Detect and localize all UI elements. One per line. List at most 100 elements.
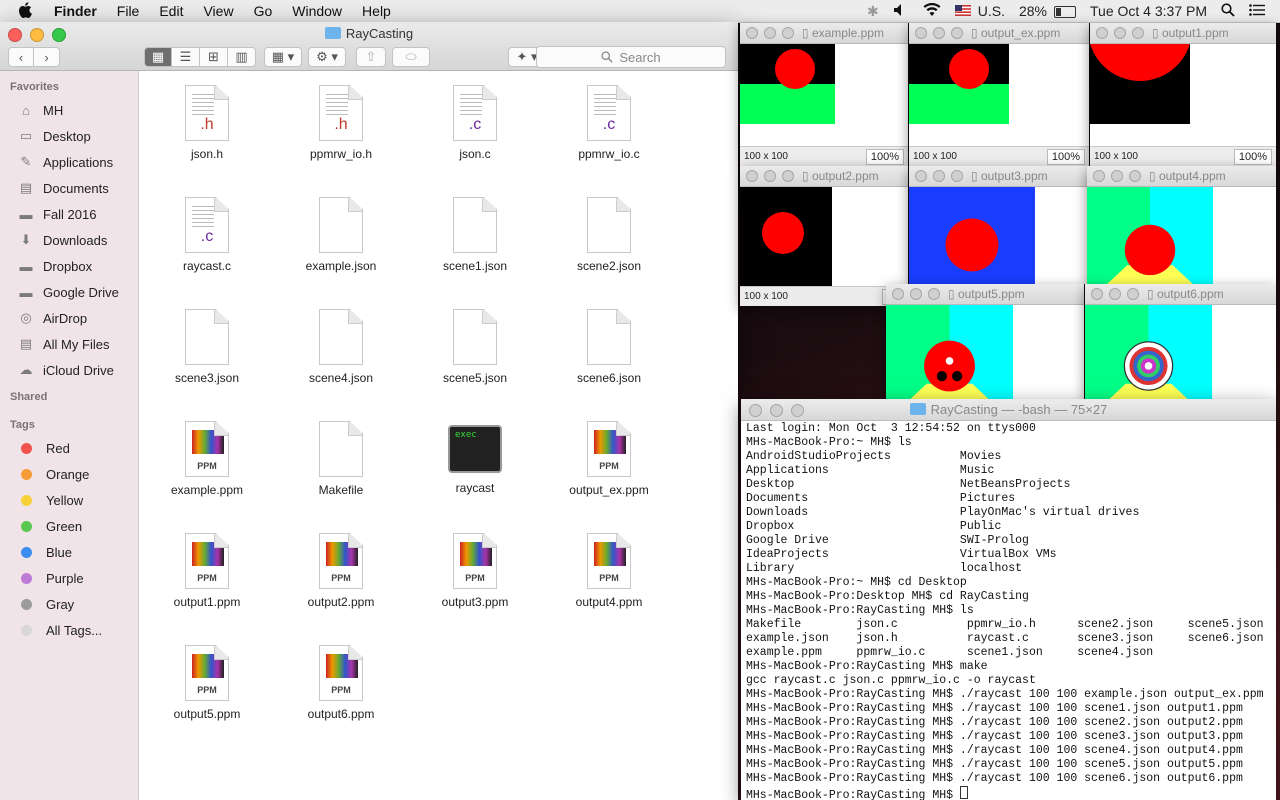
coverflow-view-button[interactable]: ▥ <box>228 47 256 67</box>
sidebar-item-all-my-files[interactable]: ▤ All My Files <box>0 331 138 357</box>
preview-minimize-button[interactable] <box>910 288 922 300</box>
file-item[interactable]: PPM output_ex.ppm <box>549 421 669 497</box>
zoom-select[interactable]: 100% <box>1233 148 1272 165</box>
sidebar-tag-green[interactable]: Green <box>0 513 138 539</box>
preview-minimize-button[interactable] <box>764 170 776 182</box>
file-item[interactable]: PPM output6.ppm <box>281 645 401 721</box>
sidebar-tag-gray[interactable]: Gray <box>0 591 138 617</box>
sidebar-item-icloud-drive[interactable]: ☁ iCloud Drive <box>0 357 138 383</box>
input-source-label[interactable]: U.S. <box>978 3 1012 19</box>
file-item[interactable]: .c json.c <box>415 85 535 161</box>
preview-zoom-button[interactable] <box>951 27 963 39</box>
battery-icon[interactable] <box>1054 3 1083 19</box>
menu-go[interactable]: Go <box>244 3 283 19</box>
file-item[interactable]: PPM output3.ppm <box>415 533 535 609</box>
wifi-icon[interactable] <box>916 2 948 20</box>
preview-zoom-button[interactable] <box>1129 170 1141 182</box>
sidebar-item-airdrop[interactable]: ◎ AirDrop <box>0 305 138 331</box>
zoom-select[interactable]: 100% <box>1046 148 1085 165</box>
file-item[interactable]: exec raycast <box>415 421 535 495</box>
sidebar-item-mh[interactable]: ⌂ MH <box>0 97 138 123</box>
menu-window[interactable]: Window <box>282 3 352 19</box>
apple-menu-icon[interactable] <box>0 1 44 21</box>
file-item[interactable]: scene5.json <box>415 309 535 385</box>
menu-file[interactable]: File <box>107 3 150 19</box>
preview-zoom-button[interactable] <box>782 27 794 39</box>
sidebar-tag-red[interactable]: Red <box>0 435 138 461</box>
file-item[interactable]: scene1.json <box>415 197 535 273</box>
file-item[interactable]: scene4.json <box>281 309 401 385</box>
file-item[interactable]: .c ppmrw_io.c <box>549 85 669 161</box>
preview-zoom-button[interactable] <box>928 288 940 300</box>
file-item[interactable]: .c raycast.c <box>147 197 267 273</box>
search-field[interactable]: Search <box>536 46 726 68</box>
forward-button[interactable]: › <box>34 47 60 67</box>
clock[interactable]: Tue Oct 4 3:37 PM <box>1083 3 1214 19</box>
list-view-button[interactable]: ☰ <box>172 47 200 67</box>
preview-minimize-button[interactable] <box>1111 170 1123 182</box>
icon-view-button[interactable]: ▦ <box>144 47 172 67</box>
preview-minimize-button[interactable] <box>933 27 945 39</box>
preview-zoom-button[interactable] <box>782 170 794 182</box>
arrange-button[interactable]: ▦ ▾ <box>264 47 302 67</box>
file-item[interactable]: PPM output2.ppm <box>281 533 401 609</box>
preview-zoom-button[interactable] <box>1127 288 1139 300</box>
file-item[interactable]: scene2.json <box>549 197 669 273</box>
preview-minimize-button[interactable] <box>933 170 945 182</box>
share-button[interactable]: ⇧ <box>356 47 386 67</box>
sidebar-tag-yellow[interactable]: Yellow <box>0 487 138 513</box>
flag-icon[interactable] <box>948 3 978 19</box>
sidebar-item-dropbox[interactable]: ▬ Dropbox <box>0 253 138 279</box>
file-item[interactable]: PPM output5.ppm <box>147 645 267 721</box>
bluetooth-icon[interactable]: ✱ <box>860 3 886 20</box>
file-item[interactable]: .h ppmrw_io.h <box>281 85 401 161</box>
preview-close-button[interactable] <box>1093 170 1105 182</box>
file-item[interactable]: PPM output1.ppm <box>147 533 267 609</box>
sidebar-tag-all-tags[interactable]: All Tags... <box>0 617 138 643</box>
file-item[interactable]: PPM example.ppm <box>147 421 267 497</box>
spotlight-icon[interactable] <box>1214 2 1242 20</box>
battery-percent[interactable]: 28% <box>1012 3 1054 19</box>
preview-close-button[interactable] <box>915 170 927 182</box>
sidebar-tag-blue[interactable]: Blue <box>0 539 138 565</box>
preview-minimize-button[interactable] <box>764 27 776 39</box>
preview-close-button[interactable] <box>746 27 758 39</box>
file-item[interactable]: example.json <box>281 197 401 273</box>
menu-help[interactable]: Help <box>352 3 401 19</box>
preview-close-button[interactable] <box>746 170 758 182</box>
file-item[interactable]: PPM output4.ppm <box>549 533 669 609</box>
sidebar-item-applications[interactable]: ✎ Applications <box>0 149 138 175</box>
file-item[interactable]: scene6.json <box>549 309 669 385</box>
preview-close-button[interactable] <box>915 27 927 39</box>
preview-close-button[interactable] <box>1096 27 1108 39</box>
preview-zoom-button[interactable] <box>951 170 963 182</box>
sidebar-shared-heading[interactable]: Shared <box>0 387 138 407</box>
sidebar-item-desktop[interactable]: ▭ Desktop <box>0 123 138 149</box>
sidebar-item-google-drive[interactable]: ▬ Google Drive <box>0 279 138 305</box>
action-button[interactable]: ⚙ ▾ <box>308 47 346 67</box>
notification-center-icon[interactable] <box>1242 3 1272 19</box>
zoom-select[interactable]: 100% <box>865 148 904 165</box>
menu-edit[interactable]: Edit <box>149 3 193 19</box>
file-item[interactable]: .h json.h <box>147 85 267 161</box>
edit-tags-button[interactable]: ⬭ <box>392 47 430 67</box>
preview-close-button[interactable] <box>1091 288 1103 300</box>
volume-icon[interactable] <box>886 3 916 20</box>
sidebar-item-downloads[interactable]: ⬇ Downloads <box>0 227 138 253</box>
menu-app-name[interactable]: Finder <box>44 3 107 19</box>
terminal-output[interactable]: Last login: Mon Oct 3 12:54:52 on ttys00… <box>746 422 1272 800</box>
menu-view[interactable]: View <box>193 3 243 19</box>
sidebar-item-fall-2016[interactable]: ▬ Fall 2016 <box>0 201 138 227</box>
back-button[interactable]: ‹ <box>8 47 34 67</box>
column-view-button[interactable]: ⊞ <box>200 47 228 67</box>
file-item[interactable]: Makefile <box>281 421 401 497</box>
sidebar-tag-purple[interactable]: Purple <box>0 565 138 591</box>
preview-zoom-button[interactable] <box>1132 27 1144 39</box>
sidebar-tags-heading[interactable]: Tags <box>0 415 138 435</box>
preview-minimize-button[interactable] <box>1114 27 1126 39</box>
file-item[interactable]: scene3.json <box>147 309 267 385</box>
sidebar-item-documents[interactable]: ▤ Documents <box>0 175 138 201</box>
preview-minimize-button[interactable] <box>1109 288 1121 300</box>
sidebar-tag-orange[interactable]: Orange <box>0 461 138 487</box>
preview-close-button[interactable] <box>892 288 904 300</box>
